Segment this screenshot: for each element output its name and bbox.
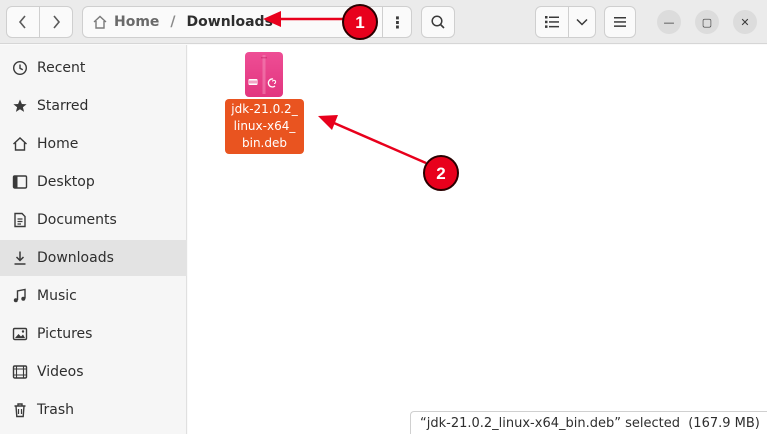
- download-icon: [14, 251, 26, 265]
- path-bar: Home / Downloads: [82, 6, 412, 38]
- maximize-icon: ▢: [701, 15, 713, 29]
- chevron-down-icon: [576, 18, 588, 26]
- home-icon: [93, 15, 107, 29]
- search-icon: [431, 15, 445, 29]
- back-button[interactable]: [6, 6, 40, 38]
- close-icon: ✕: [740, 15, 750, 29]
- sidebar-item-documents[interactable]: Documents: [0, 202, 187, 238]
- sidebar-item-pictures[interactable]: Pictures: [0, 316, 187, 352]
- chevron-left-icon: [18, 15, 26, 29]
- clock-icon: [12, 60, 28, 76]
- maximize-button[interactable]: ▢: [695, 10, 719, 34]
- home-icon: [13, 137, 27, 151]
- star-icon: [13, 99, 27, 112]
- search-button[interactable]: [421, 6, 455, 38]
- forward-button[interactable]: [39, 6, 73, 38]
- sidebar-item-music[interactable]: Music: [0, 278, 187, 314]
- music-icon: [13, 288, 26, 303]
- path-home-button[interactable]: Home: [92, 14, 159, 30]
- deb-package-icon: [245, 52, 283, 97]
- header-bar: Home / Downloads ⋮ — ▢ ✕: [0, 0, 767, 44]
- hamburger-icon: [614, 17, 626, 27]
- sidebar-item-label: Recent: [37, 60, 86, 76]
- path-home-label: Home: [114, 14, 160, 30]
- minimize-icon: —: [663, 15, 675, 29]
- picture-icon: [12, 327, 28, 341]
- sidebar: Recent Starred Home Desktop Documents Do…: [0, 45, 187, 434]
- path-separator: /: [170, 14, 176, 30]
- sidebar-item-label: Videos: [37, 364, 84, 380]
- sidebar-item-label: Desktop: [37, 174, 95, 190]
- status-text: “jdk-21.0.2_linux-x64_bin.deb” selected …: [420, 415, 760, 431]
- sidebar-item-label: Pictures: [37, 326, 93, 342]
- sidebar-item-label: Documents: [37, 212, 117, 228]
- sidebar-item-label: Home: [37, 136, 79, 152]
- sidebar-item-downloads[interactable]: Downloads: [0, 240, 187, 276]
- sidebar-item-label: Downloads: [37, 250, 114, 266]
- sidebar-item-label: Music: [37, 288, 77, 304]
- file-name-label: jdk-21.0.2_ linux-x64_ bin.deb: [225, 99, 304, 154]
- file-view: jdk-21.0.2_ linux-x64_ bin.deb “jdk-21.0…: [188, 45, 767, 434]
- selection-status-bar: “jdk-21.0.2_linux-x64_bin.deb” selected …: [410, 411, 767, 434]
- sidebar-item-trash[interactable]: Trash: [0, 392, 187, 428]
- sidebar-item-starred[interactable]: Starred: [0, 88, 187, 124]
- desktop-icon: [12, 175, 28, 189]
- minimize-button[interactable]: —: [657, 10, 681, 34]
- video-icon: [12, 365, 28, 379]
- chevron-right-icon: [53, 15, 61, 29]
- trash-icon: [14, 403, 26, 418]
- view-options-dropdown[interactable]: [568, 6, 596, 38]
- sidebar-item-desktop[interactable]: Desktop: [0, 164, 187, 200]
- sidebar-item-home[interactable]: Home: [0, 126, 187, 162]
- sidebar-item-label: Trash: [37, 402, 74, 418]
- main-menu-button[interactable]: [604, 6, 636, 38]
- list-view-icon: [545, 16, 559, 28]
- path-current-folder[interactable]: Downloads: [187, 14, 273, 30]
- sidebar-item-videos[interactable]: Videos: [0, 354, 187, 390]
- path-menu-button[interactable]: ⋮: [382, 6, 412, 38]
- sidebar-item-label: Starred: [37, 98, 89, 114]
- vertical-dots-icon: ⋮: [389, 12, 406, 32]
- close-button[interactable]: ✕: [733, 10, 757, 34]
- document-icon: [14, 212, 26, 228]
- sidebar-item-recent[interactable]: Recent: [0, 50, 187, 86]
- list-view-button[interactable]: [535, 6, 569, 38]
